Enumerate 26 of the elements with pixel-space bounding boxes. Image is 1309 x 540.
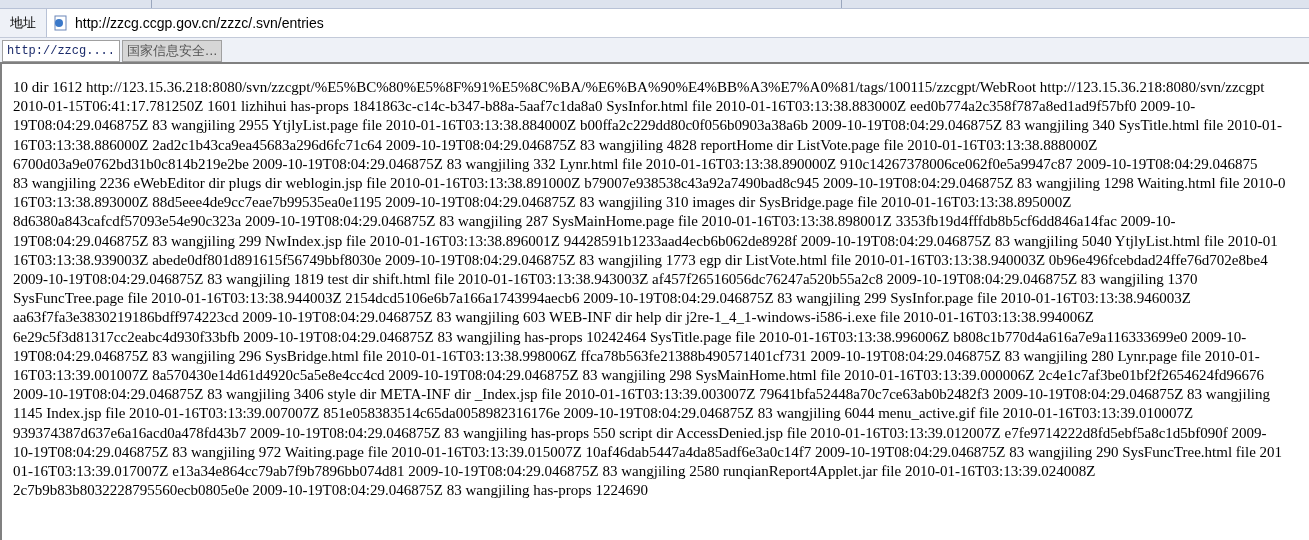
page-text-line: aa63f7fa3e3830219186bdff974223cd 2009-10-19T08:04:29.046875Z 83 wangjiling 603 WEB-INF dir help dir j2re-1_4_1-windows-i586-i.exe file 2010-01-16T03:13:38.994006Z [13,309,1094,326]
browser-tab[interactable]: 国家信息安全... [122,40,223,62]
browser-tab[interactable]: http://zzcg.... [2,40,121,62]
page-text-line: 1145 Index.jsp file 2010-01-16T03:13:39.007007Z 851e058383514c65da0058982316176e 2009-10-19T08:04:29.046875Z 83 wangjiling 6044 menu_active.gif file 2010-01-16T03:13:39.010007Z [13,405,1194,422]
page-text-line: 939374387d637e6a16acd0a478fd43b7 2009-10-19T08:04:29.046875Z 83 wangjiling has-props 550 script dir AccessDenied.jsp file 2010-01-16T03:13:39.012007Z e7fe9714222d8fd5ebf5a8c1d5bf090f 2009- [13,424,1267,441]
page-text-line: 19T08:04:29.046875Z 83 wangjiling 299 NwIndex.jsp file 2010-01-16T03:13:38.896001Z 94428591b1233aad4ecb6b062de8928f 2009-10-19T08:04:29.046875Z 83 wangjiling 5040 YtjlyList.html file 2010-01 [13,232,1278,249]
page-text-line: 6e29c5f3d81317cc2eabc4d930f33bfb 2009-10-19T08:04:29.046875Z 83 wangjiling has-props 10242464 SysTitle.page file 2010-01-16T03:13:38.996006Z b808c1b770d4a616a7e9a116333699e0 2009-10- [13,328,1247,345]
page-text-line: 10 dir 1612 http://123.15.36.218:8080/svn/zzcgpt/%E5%BC%80%E5%8F%91%E5%8C%BA/%E6%BA%90%E4%BB%A3%E7%A0%81/tags/100115/zzcgpt/WebRoot http://123.15.36.218:8080/svn/zzcgpt [13,79,1265,95]
page-text-line: 83 wangjiling 2236 eWebEditor dir plugs dir weblogin.jsp file 2010-01-16T03:13:38.891000Z b79007e938538c43a92a7490bad8c945 2009-10-19T08:04:29.046875Z 83 wangjiling 1298 Waiting.html file 2010-0 [13,175,1286,191]
page-text-line: 16T03:13:38.886000Z 2ad2c1b43ca9ea45683a296d6fc71c64 2009-10-19T08:04:29.046875Z 83 wangjiling 4828 reportHome dir ListVote.page file 2010-01-16T03:13:38.888000Z [13,136,1098,153]
page-text-line: 2c7b9b83b8032228795560ecb0805e0e 2009-10-19T08:04:29.046875Z 83 wangjiling has-props 1224690 [13,482,648,499]
page-text-line: 01-16T03:13:39.017007Z e13a34e864cc79ab7f9b7896bb074d81 2009-10-19T08:04:29.046875Z 83 wangjiling 2580 runqianReport4Applet.jar file 2010-01-16T03:13:39.024008Z [13,463,1096,480]
page-text-line: 8d6380a843cafcdf57093e54e90c323a 2009-10-19T08:04:29.046875Z 83 wangjiling 287 SysMainHome.page file 2010-01-16T03:13:38.898001Z 3353fb19d4fffdb8b5cf6dd846a14fac 2009-10- [13,213,1176,230]
address-field[interactable]: http://zzcg.ccgp.gov.cn/zzzc/.svn/entries [47,9,1309,37]
page-text-line: 10-19T08:04:29.046875Z 83 wangjiling 972 Waiting.page file 2010-01-16T03:13:39.015007Z 10af46dab5447a4da85adf6e3a0c14f7 2009-10-19T08:04:29.046875Z 83 wangjiling 290 SysFuncTree.html file 201 [13,443,1283,460]
page-text-line: 2009-10-19T08:04:29.046875Z 83 wangjiling 1819 test dir shift.html file 2010-01-16T03:13:38.943003Z af457f26516056dc76247a520b55a2c8 2009-10-19T08:04:29.046875Z 83 wangjiling 1370 [13,271,1198,288]
page-icon [53,15,69,31]
page-text-line: 2009-10-19T08:04:29.046875Z 83 wangjiling 3406 style dir META-INF dir _Index.jsp file 2010-01-16T03:13:39.003007Z 79641bfa52448a70c7ce63ab0b2482f3 2009-10-19T08:04:29.046875Z 83 wangjiling [13,386,1270,403]
page-text-line: 19T08:04:29.046875Z 83 wangjiling 2955 YtjlyList.page file 2010-01-16T03:13:38.884000Z b00ffa2c229dd80c0f056b0903a38a6b 2009-10-19T08:04:29.046875Z 83 wangjiling 340 SysTitle.html file 2010-01- [13,117,1282,134]
page-text-line: 16T03:13:38.939003Z abede0df801d891615f56749bbf8030e 2009-10-19T08:04:29.046875Z 83 wangjiling 1773 egp dir ListVote.html file 2010-01-16T03:13:38.940003Z 0b96e496fcebdad24ffe76d702e8be4 [13,251,1268,268]
page-text-line: 19T08:04:29.046875Z 83 wangjiling 296 SysBridge.html file 2010-01-16T03:13:38.998006Z ffca78b563fe21388b490571401cf731 2009-10-19T08:04:29.046875Z 83 wangjiling 280 Lynr.page file 2010-01- [13,347,1260,364]
page-text-line: 16T03:13:39.001007Z 8a570430e14d61d4920c5a5e8e4cc4cd 2009-10-19T08:04:29.046875Z 83 wangjiling 298 SysMainHome.html file 2010-01-16T03:13:39.000006Z 2c4e1c7af3be01bf2f2654624fd96676 [13,367,1265,384]
page-text-line: 16T03:13:38.893000Z 88d5eee4de9cc7eae7b99535ea0e1195 2009-10-19T08:04:29.046875Z 83 wangjiling 310 images dir SysBridge.page file 2010-01-16T03:13:38.895000Z [13,194,1072,211]
page-text-line: 6700d03a9e0762bd31b0c814b219e2be 2009-10-19T08:04:29.046875Z 83 wangjiling 332 Lynr.html file 2010-01-16T03:13:38.890000Z 910c14267378006ce062f0e5a9947c87 2009-10-19T08:04:29.046875 [13,155,1258,172]
page-text-line: 2010-01-15T06:41:17.781250Z 1601 lizhihui has-props 1841863c-c14c-b347-b88a-5aaf7c1da8a0 SysInfor.html file 2010-01-16T03:13:38.883000Z eed0b774a2c358f787a8ed1ad9f57bf0 2009-10- [13,98,1196,115]
page-text-line: SysFuncTree.page file 2010-01-16T03:13:38.944003Z 2154dcd5106e6b7a166a1743994aecb6 2009-10-19T08:04:29.046875Z 83 wangjiling 299 SysInfor.page file 2010-01-16T03:13:38.946003Z [13,290,1192,307]
